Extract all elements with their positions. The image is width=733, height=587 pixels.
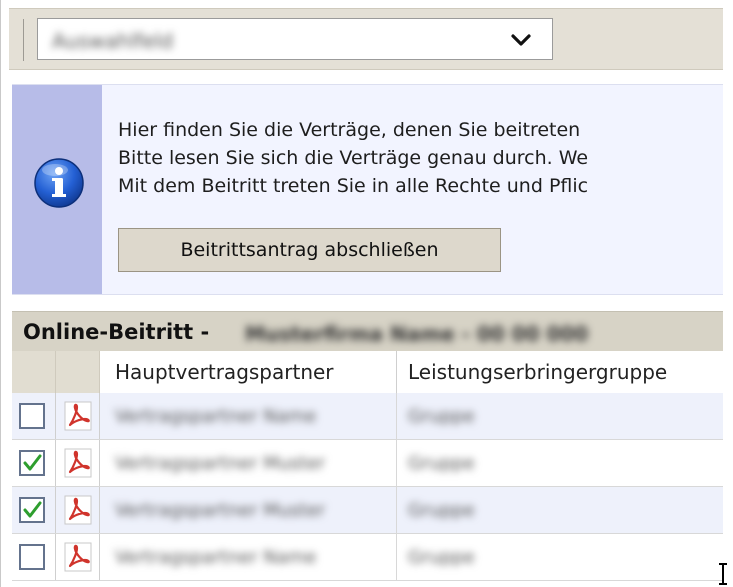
partner-cell: Vertragspartner Name [115,547,317,568]
toolbar-separator [23,19,24,61]
table-header: Hauptvertragspartner Leistungserbringerg… [12,351,723,394]
info-line: Mit dem Beitritt treten Sie in alle Rech… [118,175,589,197]
info-panel: Hier finden Sie die Verträge, denen Sie … [12,84,723,295]
checkmark-icon [23,454,42,471]
contract-select-value: Auswahlfeld [52,29,174,53]
info-line: Bitte lesen Sie sich die Verträge genau … [118,147,589,169]
partner-cell: Vertragspartner Muster [115,500,326,521]
section-header: Online-Beitritt - Musterfirma Name - 00 … [12,311,723,353]
pdf-icon[interactable] [64,495,92,525]
pdf-cell [56,534,100,580]
row-checkbox[interactable] [19,450,45,476]
column-divider [396,351,397,393]
select-cell [12,534,56,580]
pdf-cell [56,487,100,533]
column-divider [396,393,397,439]
row-checkbox[interactable] [19,544,45,570]
info-text: Hier finden Sie die Verträge, denen Sie … [118,116,588,200]
pdf-icon[interactable] [64,401,92,431]
section-subtitle: Musterfirma Name - 00 00 000 [245,322,589,346]
column-divider [396,440,397,486]
submit-membership-button[interactable]: Beitrittsantrag abschließen [118,228,501,272]
group-cell: Gruppe [408,500,475,521]
info-line: Hier finden Sie die Verträge, denen Sie … [118,119,581,141]
toolbar: Auswahlfeld [9,8,723,70]
partner-cell: Vertragspartner Muster [115,453,326,474]
group-cell: Gruppe [408,547,475,568]
column-divider [396,534,397,580]
row-checkbox[interactable] [19,497,45,523]
table-row[interactable]: Vertragspartner Name Gruppe [12,534,723,581]
select-cell [12,393,56,439]
select-column-header [12,351,56,393]
checkmark-icon [23,501,42,518]
table-row[interactable]: Vertragspartner Muster Gruppe [12,440,723,487]
column-header-group[interactable]: Leistungserbringergruppe [408,360,667,384]
pdf-icon[interactable] [64,448,92,478]
column-header-partner[interactable]: Hauptvertragspartner [115,360,334,384]
pdf-icon[interactable] [64,542,92,572]
group-cell: Gruppe [408,406,475,427]
select-cell [12,440,56,486]
chevron-down-icon [511,34,531,46]
app-frame: Auswahlfeld Hier finden Sie die Verträge… [0,0,723,587]
pdf-column-header [56,351,100,393]
contract-select[interactable]: Auswahlfeld [37,18,553,60]
column-divider [396,487,397,533]
table-row[interactable]: Vertragspartner Name Gruppe [12,393,723,440]
select-cell [12,487,56,533]
row-checkbox[interactable] [19,403,45,429]
text-cursor-icon [719,563,727,585]
section-title: Online-Beitritt - [23,320,210,344]
pdf-cell [56,393,100,439]
partner-cell: Vertragspartner Name [115,406,317,427]
pdf-cell [56,440,100,486]
table-row[interactable]: Vertragspartner Muster Gruppe [12,487,723,534]
info-icon [34,158,84,208]
group-cell: Gruppe [408,453,475,474]
